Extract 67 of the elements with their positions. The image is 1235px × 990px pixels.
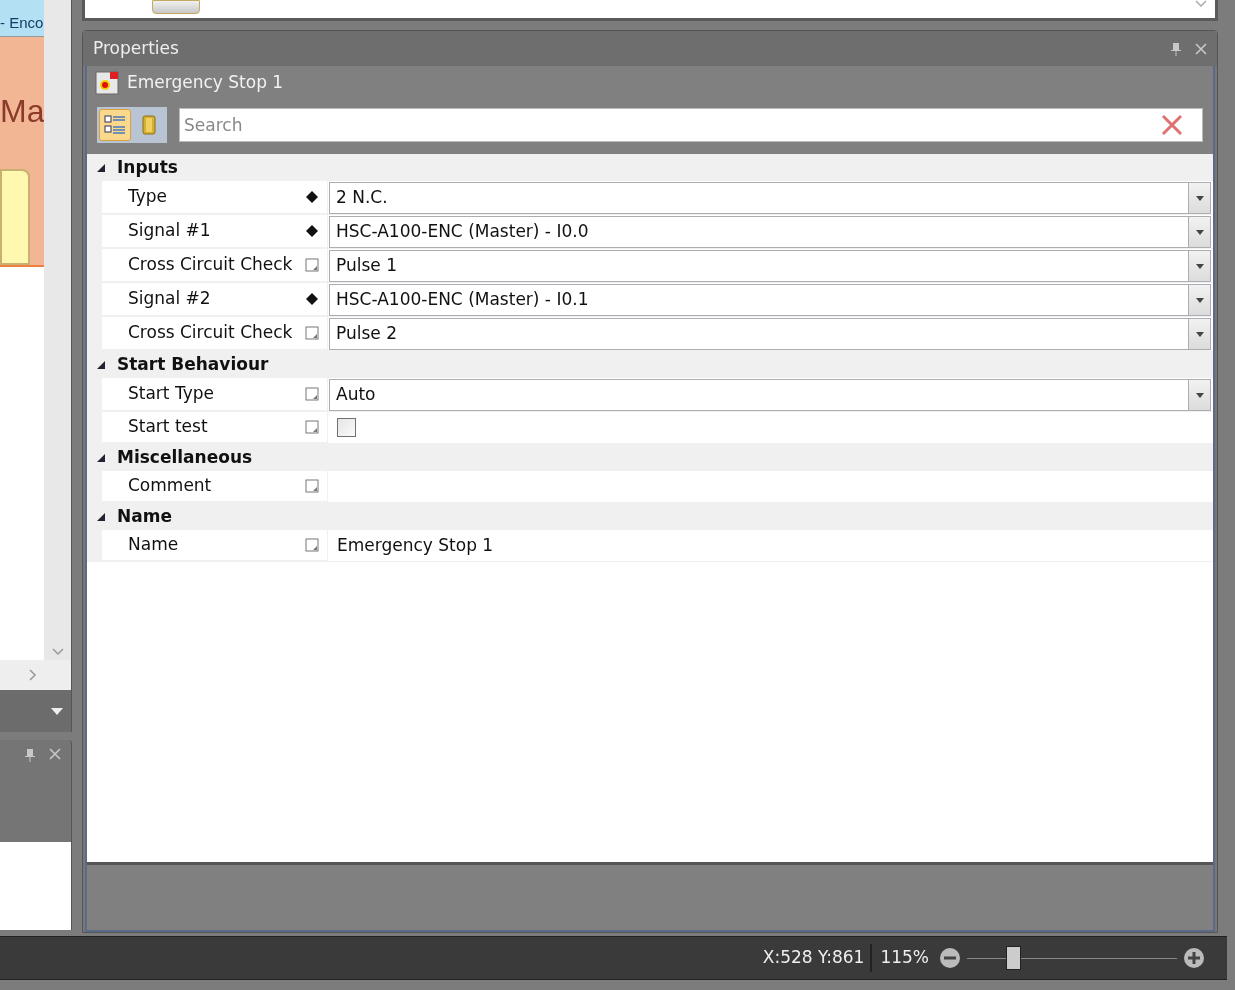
section-header: Miscellaneous bbox=[117, 445, 253, 469]
collapse-triangle-icon[interactable] bbox=[97, 453, 105, 462]
slider-thumb[interactable] bbox=[1006, 946, 1022, 970]
dropdown-caret-icon bbox=[1195, 392, 1204, 398]
property-label: Signal #2 bbox=[127, 287, 212, 311]
edit-square-icon bbox=[305, 538, 319, 552]
pin-icon[interactable] bbox=[1171, 41, 1181, 56]
collapse-triangle-icon[interactable] bbox=[97, 360, 105, 369]
dropdown-caret-icon bbox=[1195, 229, 1204, 235]
checkbox[interactable] bbox=[337, 418, 356, 437]
dropdown-arrow-icon[interactable] bbox=[51, 707, 63, 715]
cursor-coordinates: X:528 Y:861 bbox=[762, 946, 866, 970]
scroll-right-icon[interactable] bbox=[29, 669, 37, 681]
tab-title: - Enco bbox=[0, 12, 44, 33]
dropdown-field[interactable]: 2 N.C. bbox=[329, 182, 1211, 214]
property-label: Start test bbox=[127, 415, 209, 439]
section-header: Start Behaviour bbox=[117, 352, 269, 376]
collapse-triangle-icon[interactable] bbox=[97, 163, 105, 172]
edit-square-icon bbox=[305, 387, 319, 401]
diamond-icon bbox=[305, 190, 319, 204]
property-label: Type bbox=[127, 185, 169, 209]
canvas-text: Ma bbox=[0, 95, 44, 127]
dropdown-field[interactable]: Pulse 1 bbox=[329, 250, 1211, 282]
diamond-icon bbox=[305, 224, 319, 238]
zoom-slider[interactable] bbox=[967, 946, 1177, 970]
zoom-out-icon[interactable] bbox=[939, 947, 961, 969]
horizontal-scrollbar[interactable] bbox=[0, 660, 71, 690]
book-icon bbox=[142, 115, 156, 135]
emergency-stop-icon bbox=[95, 71, 119, 95]
search-field[interactable]: Search bbox=[179, 108, 1203, 142]
toolbar-button[interactable] bbox=[152, 0, 200, 14]
scroll-down-icon[interactable] bbox=[51, 648, 64, 656]
property-label: Cross Circuit Check bbox=[127, 253, 294, 277]
scroll-down-icon[interactable] bbox=[1195, 0, 1207, 8]
diamond-icon bbox=[305, 292, 319, 306]
close-icon[interactable] bbox=[1195, 42, 1207, 55]
section-header: Inputs bbox=[117, 155, 178, 179]
close-icon[interactable] bbox=[49, 748, 61, 760]
pin-icon[interactable] bbox=[25, 748, 35, 762]
dropdown-field[interactable]: Auto bbox=[329, 379, 1211, 411]
zoom-in-icon[interactable] bbox=[1183, 947, 1205, 969]
edit-square-icon bbox=[305, 420, 319, 434]
dropdown-caret-icon bbox=[1195, 263, 1204, 269]
property-label: Cross Circuit Check bbox=[127, 321, 294, 345]
property-label: Signal #1 bbox=[127, 219, 212, 243]
dropdown-caret-icon bbox=[1195, 297, 1204, 303]
edit-square-icon bbox=[305, 479, 319, 493]
property-label: Name bbox=[127, 533, 180, 557]
dropdown-field[interactable]: Pulse 2 bbox=[329, 318, 1211, 350]
dropdown-field[interactable]: HSC-A100-ENC (Master) - I0.0 bbox=[329, 216, 1211, 248]
edit-square-icon bbox=[305, 326, 319, 340]
property-label: Comment bbox=[127, 474, 213, 498]
edit-square-icon bbox=[305, 258, 319, 272]
collapse-triangle-icon[interactable] bbox=[97, 512, 105, 521]
object-name: Emergency Stop 1 bbox=[127, 71, 284, 95]
section-header: Name bbox=[117, 504, 172, 528]
categorized-list-icon bbox=[104, 114, 126, 136]
panel-title: Properties bbox=[93, 36, 179, 60]
document-tab[interactable]: - Enco bbox=[0, 0, 44, 37]
dropdown-caret-icon bbox=[1195, 195, 1204, 201]
categorized-view-button[interactable] bbox=[99, 109, 131, 141]
property-label: Start Type bbox=[127, 382, 215, 406]
vertical-scrollbar[interactable] bbox=[44, 0, 71, 660]
dropdown-field[interactable]: HSC-A100-ENC (Master) - I0.1 bbox=[329, 284, 1211, 316]
clear-search-icon[interactable] bbox=[1161, 114, 1183, 136]
dropdown-caret-icon bbox=[1195, 331, 1204, 337]
zoom-level: 115% bbox=[879, 946, 930, 970]
